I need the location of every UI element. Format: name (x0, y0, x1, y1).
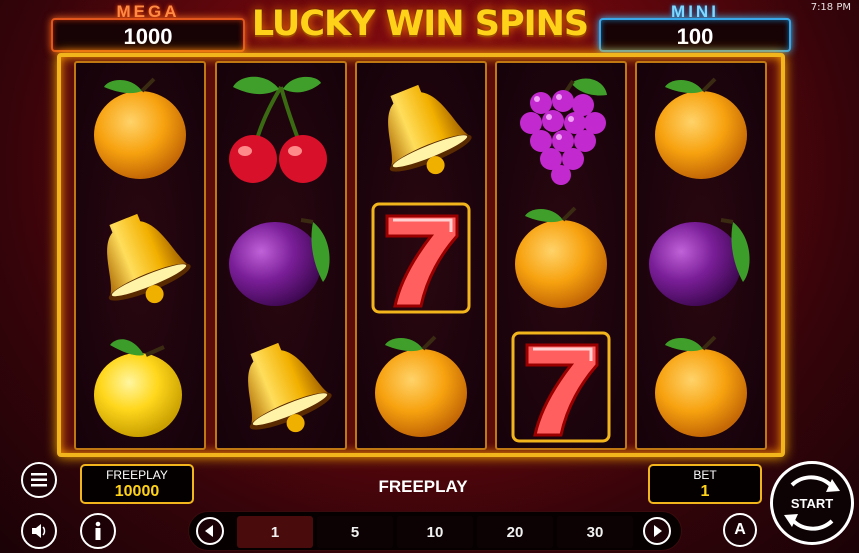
bet-selector: 1 5 10 20 30 (188, 511, 682, 551)
reel-4 (495, 61, 627, 450)
bet-panel: BET 1 (648, 464, 762, 504)
mega-label: MEGA (116, 2, 180, 21)
arrow-right-icon (654, 525, 662, 537)
bell-symbol (357, 65, 485, 193)
info-button[interactable] (80, 513, 116, 549)
orange-symbol (637, 65, 765, 193)
game-title: LUCKY WIN SPINS (251, 4, 589, 44)
reel-2 (215, 61, 347, 450)
menu-icon (31, 473, 47, 487)
reel-1 (74, 61, 206, 450)
orange-symbol (637, 323, 765, 451)
bell-icon (388, 84, 472, 175)
menu-button[interactable] (21, 462, 57, 498)
mega-value: 1000 (123, 24, 173, 49)
bell-icon (107, 213, 191, 304)
bet-option-10[interactable]: 10 (397, 516, 473, 548)
grapes-symbol (497, 65, 625, 193)
orange-icon (655, 77, 747, 179)
bet-option-5[interactable]: 5 (317, 516, 393, 548)
plum-icon (649, 218, 750, 306)
orange-icon (94, 77, 186, 179)
freeplay-panel: FREEPLAY 10000 (80, 464, 194, 504)
plum-symbol (217, 194, 345, 322)
bet-option-1[interactable]: 1 (237, 516, 313, 548)
orange-icon (655, 335, 747, 437)
bell-icon (248, 342, 332, 433)
sound-icon (32, 524, 46, 538)
seven-icon (511, 331, 611, 443)
status-message: FREEPLAY (378, 477, 468, 496)
reel-3 (355, 61, 487, 450)
autoplay-button[interactable]: A (723, 513, 757, 547)
bet-option-20[interactable]: 20 (477, 516, 553, 548)
arrow-left-icon (205, 525, 213, 537)
bell-symbol (217, 323, 345, 451)
cherry-icon (229, 76, 327, 183)
bet-next-button[interactable] (643, 517, 671, 545)
orange-symbol (76, 65, 204, 193)
orange-icon (515, 206, 607, 308)
mega-jackpot: MEGA 1000 (51, 2, 245, 52)
mini-value: 100 (676, 24, 714, 49)
grapes-icon (520, 78, 607, 185)
plum-icon (229, 218, 330, 306)
lemon-icon (94, 339, 182, 437)
status-time: 7:18 PM (810, 2, 851, 13)
bet-label: BET (693, 468, 717, 482)
freeplay-label: FREEPLAY (106, 468, 168, 482)
reel-5 (635, 61, 767, 450)
seven-icon (371, 202, 471, 314)
autoplay-icon: A (734, 521, 746, 538)
freeplay-value: 10000 (114, 483, 160, 500)
orange-symbol (357, 323, 485, 451)
seven-symbol (497, 323, 625, 451)
start-label: START (790, 495, 834, 511)
plum-symbol (637, 194, 765, 322)
orange-icon (375, 335, 467, 437)
info-icon (95, 521, 101, 540)
lemon-symbol (76, 323, 204, 451)
bet-value: 1 (700, 483, 710, 500)
cherry-symbol (217, 65, 345, 193)
mini-label: MINI (671, 2, 719, 21)
reel-frame (57, 53, 785, 457)
orange-symbol (497, 194, 625, 322)
mini-jackpot: MINI 100 (599, 2, 791, 52)
bet-option-30[interactable]: 30 (557, 516, 633, 548)
sound-button[interactable] (21, 513, 57, 549)
start-button[interactable]: START (770, 461, 854, 545)
seven-symbol (357, 194, 485, 322)
bet-prev-button[interactable] (196, 517, 224, 545)
bell-symbol (76, 194, 204, 322)
